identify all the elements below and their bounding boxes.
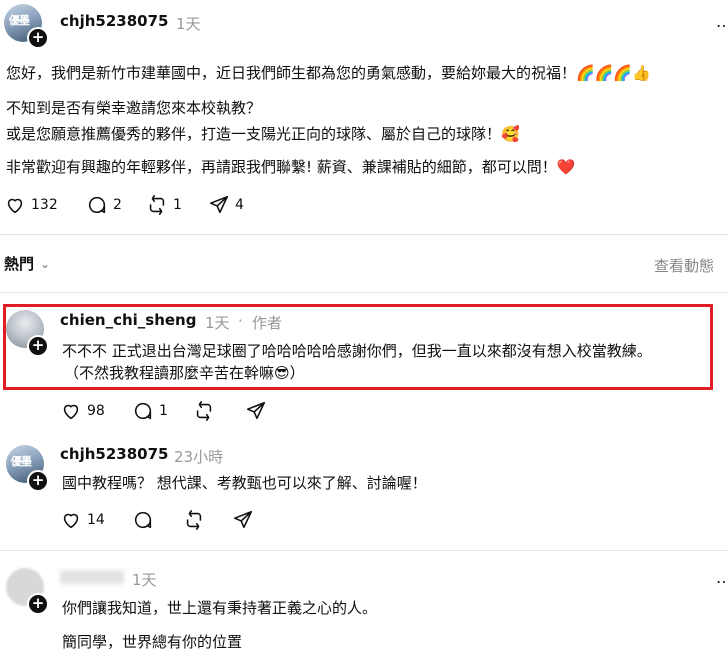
post-text-line-1: 您好，我們是新竹市建華國中，近日我們師生都為您的勇氣感動，要給妳最大的祝福！🌈🌈… <box>6 64 651 82</box>
share-count: 4 <box>235 197 244 213</box>
post-time: 1天 <box>176 15 201 33</box>
comment-text-line-2: （不然我教程讀那麼辛苦在幹嘛😎） <box>64 364 305 382</box>
comment-icon <box>134 402 152 420</box>
post-username[interactable]: chjh5238075 <box>60 12 168 30</box>
reply-button[interactable]: 1 <box>132 400 168 422</box>
sort-label: 熱門 <box>4 255 35 273</box>
share-icon <box>246 401 266 420</box>
like-count: 14 <box>87 512 105 528</box>
comment-username[interactable]: chien_chi_sheng <box>60 311 196 329</box>
repost-button[interactable] <box>183 509 205 531</box>
reply-count: 1 <box>159 403 168 419</box>
sort-dropdown[interactable]: 熱門 ⌄ <box>4 253 50 274</box>
comment-icon <box>134 511 152 529</box>
comment-time: 23小時 <box>174 448 224 466</box>
like-button[interactable]: 14 <box>60 509 105 531</box>
repost-button[interactable] <box>193 400 215 422</box>
follow-plus-button[interactable]: + <box>27 27 49 49</box>
share-icon <box>209 195 229 214</box>
author-badge: 作者 <box>252 314 283 332</box>
heart-icon <box>63 404 79 420</box>
post-text-line-2: 不知到是否有榮幸邀請您來本校執教？ <box>6 99 262 117</box>
repost-icon <box>149 195 165 215</box>
share-button[interactable]: 4 <box>208 194 244 216</box>
repost-icon <box>186 510 202 530</box>
share-button[interactable] <box>232 509 254 531</box>
comment-text-line-2: 簡同學，世界總有你的位置 <box>62 633 243 651</box>
view-activity-link[interactable]: 查看動態 <box>654 255 714 276</box>
comment-time: 1天 <box>205 314 230 332</box>
post-text-line-3: 或是您願意推薦優秀的夥伴，打造一支陽光正向的球隊、屬於自己的球隊！🥰 <box>6 125 520 143</box>
comment-icon <box>88 196 106 214</box>
reply-button[interactable] <box>132 509 154 531</box>
reply-count: 2 <box>113 197 122 213</box>
blurred-username[interactable] <box>60 570 124 584</box>
follow-plus-button[interactable]: + <box>27 335 49 357</box>
like-count: 132 <box>31 197 58 213</box>
repost-count: 1 <box>173 197 182 213</box>
more-icon[interactable]: ⋯ <box>716 572 728 591</box>
avatar-text: 優墨 <box>9 14 30 27</box>
more-icon[interactable]: ⋯ <box>716 16 728 35</box>
reply-button[interactable]: 2 <box>86 194 122 216</box>
like-button[interactable]: 98 <box>60 400 105 422</box>
share-button[interactable] <box>245 400 267 422</box>
divider <box>0 550 728 551</box>
repost-icon <box>196 401 212 421</box>
repost-button[interactable]: 1 <box>146 194 182 216</box>
comment-text-line-1: 你們讓我知道，世上還有秉持著正義之心的人。 <box>62 599 378 617</box>
follow-plus-button[interactable]: + <box>27 470 49 492</box>
divider <box>0 234 728 235</box>
like-button[interactable]: 132 <box>4 194 58 216</box>
post-text-line-4: 非常歡迎有興趣的年輕夥伴，再請跟我們聯繫! 薪資、兼課補貼的細節，都可以問！❤️ <box>6 158 576 176</box>
heart-icon <box>7 198 23 214</box>
chevron-down-icon: ⌄ <box>40 256 51 271</box>
divider <box>0 292 728 293</box>
follow-plus-button[interactable]: + <box>27 593 49 615</box>
comment-time: 1天 <box>132 571 157 589</box>
like-count: 98 <box>87 403 105 419</box>
comment-text-line-1: 不不不 正式退出台灣足球圈了哈哈哈哈哈感謝你們，但我一直以來都沒有想入校當教練。 <box>62 342 652 360</box>
comment-text-line-1: 國中教程嗎？ 想代課、考教甄也可以來了解、討論喔！ <box>62 474 427 492</box>
share-icon <box>233 510 253 529</box>
meta-dot: · <box>238 312 243 330</box>
comment-username[interactable]: chjh5238075 <box>60 445 168 463</box>
avatar-text: 優墨 <box>11 455 32 468</box>
heart-icon <box>63 513 79 529</box>
